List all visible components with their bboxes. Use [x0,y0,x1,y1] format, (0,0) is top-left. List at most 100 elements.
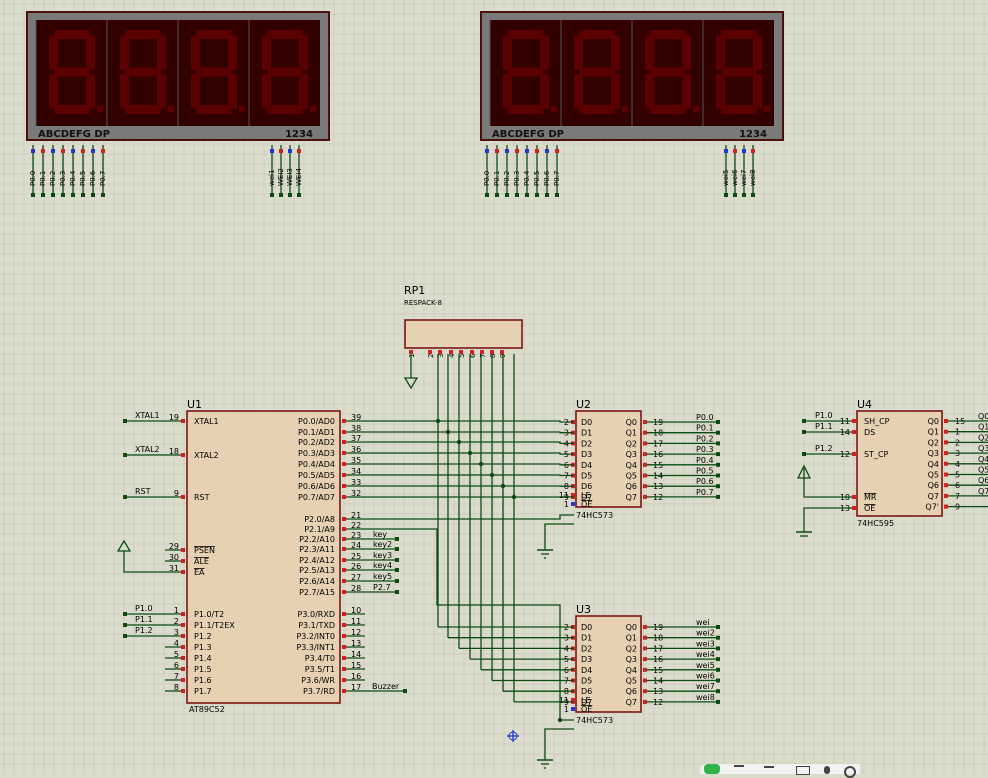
net-terminal [41,193,45,197]
disp-right-seg-net-3: P0.3 [513,171,521,186]
segment [49,74,58,109]
net-terminal [733,193,737,197]
tray-settings-icon[interactable] [844,766,856,778]
u4-out-net-label: Q1 [978,423,988,432]
u2-out-name: Q4 [626,461,637,470]
u2-out-name: Q0 [626,418,637,427]
u4-pin-marker [944,440,948,444]
disp-right-seg-net-0: P0.0 [483,171,491,186]
net-terminal [716,463,720,467]
pin-marker [101,149,105,153]
junction-dot [490,473,494,477]
net-terminal [716,668,720,672]
u1-pin-name: P2.3/A11 [299,545,335,554]
pin-marker [41,149,45,153]
u2-pin-name: D5 [581,472,592,481]
u3-out-net-label: wei [696,618,710,627]
u4-out-name: Q5 [928,471,939,480]
u2-pin-marker [643,495,647,499]
segment [508,30,543,39]
u4-pin-marker [852,495,856,499]
u1-key-net-label: key3 [373,551,392,560]
u1-pin-marker [342,484,346,488]
net-terminal [716,420,720,424]
u3-pin-name: D5 [581,677,592,686]
disp-right-seg-net-7: P0.7 [553,171,561,186]
disp-left-seg-net-1: P0.1 [39,171,47,186]
segment [196,68,231,77]
pin-marker [535,149,539,153]
u2-part: 74HC573 [576,511,613,520]
segment [120,74,129,109]
u2-out-net-label: P0.7 [696,488,714,497]
u1-key-net-label: key2 [373,540,392,549]
u2-pin-marker [643,463,647,467]
segment [125,105,160,114]
net-terminal [81,193,85,197]
net-terminal [716,484,720,488]
u1-pin-name: P3.6/WR [301,676,335,685]
junction-dot [558,718,562,722]
disp-left-seg-net-2: P0.2 [49,171,57,186]
u1-pin-name: P0.1/AD1 [298,428,335,437]
schematic-canvas[interactable]: ABCDEFG DP1234P0.0P0.1P0.2P0.3P0.4P0.5P0… [0,0,988,774]
net-terminal [403,689,407,693]
u4-pin-marker [852,430,856,434]
segment [125,68,160,77]
u1-pin-marker [181,570,185,574]
u3-ctl-name: LE [581,696,591,705]
disp-right-dig-net-2: wei7 [740,170,748,186]
u1-pin-marker [181,623,185,627]
u2-out-name: Q5 [626,472,637,481]
u1-pin-name: P3.2/INT0 [296,632,335,641]
u3-pin-marker [643,679,647,683]
u3-out-net-label: wei3 [696,639,715,648]
disp-right-seg-net-6: P0.6 [543,170,551,186]
u1-pin-marker [342,568,346,572]
net-terminal [270,193,274,197]
segment [753,74,762,109]
pin-marker [91,149,95,153]
u2-out-name: Q1 [626,429,637,438]
net-terminal [716,441,720,445]
pin-marker [751,149,755,153]
segment [54,105,89,114]
net-terminal [724,193,728,197]
disp-left-seg-net-5: P0.5 [79,171,87,186]
u4-out-name: Q7 [928,492,939,501]
u1-pin-name: P1.0/T2 [194,610,224,619]
pin-marker [270,149,274,153]
net-terminal [555,193,559,197]
u4-out-name: Q7' [925,503,939,512]
u3-out-name: Q2 [626,644,637,653]
segment [611,74,620,109]
u1-pin-name: PSEN [194,546,215,555]
decimal-point [764,106,770,112]
net-terminal [525,193,529,197]
decimal-point [693,106,699,112]
net-terminal [485,193,489,197]
segment [267,30,302,39]
u1-pin-name: P2.7/A15 [299,588,335,597]
u1-pin-marker [342,527,346,531]
u1-pin-name: P0.7/AD7 [298,493,335,502]
disp-left-seg-net-7: P0.7 [99,171,107,186]
net-terminal [123,612,127,616]
segment [262,74,271,109]
u3-out-name: Q7 [626,698,637,707]
disp-left-segment-label: ABCDEFG DP [38,129,110,140]
net-terminal [91,193,95,197]
u3-pin-marker [643,636,647,640]
net-terminal [495,193,499,197]
u4-pin-marker [944,494,948,498]
tray-tool-icon[interactable] [764,766,774,774]
segment [120,35,129,70]
u1-pin-name: P2.1/A9 [304,525,335,534]
tray-app-icon[interactable] [704,764,720,774]
tray-mic-icon[interactable] [824,766,830,774]
segment [611,35,620,70]
u1-pin-marker [342,430,346,434]
net-terminal [716,689,720,693]
decimal-point [551,106,557,112]
u1-pin-marker [342,495,346,499]
